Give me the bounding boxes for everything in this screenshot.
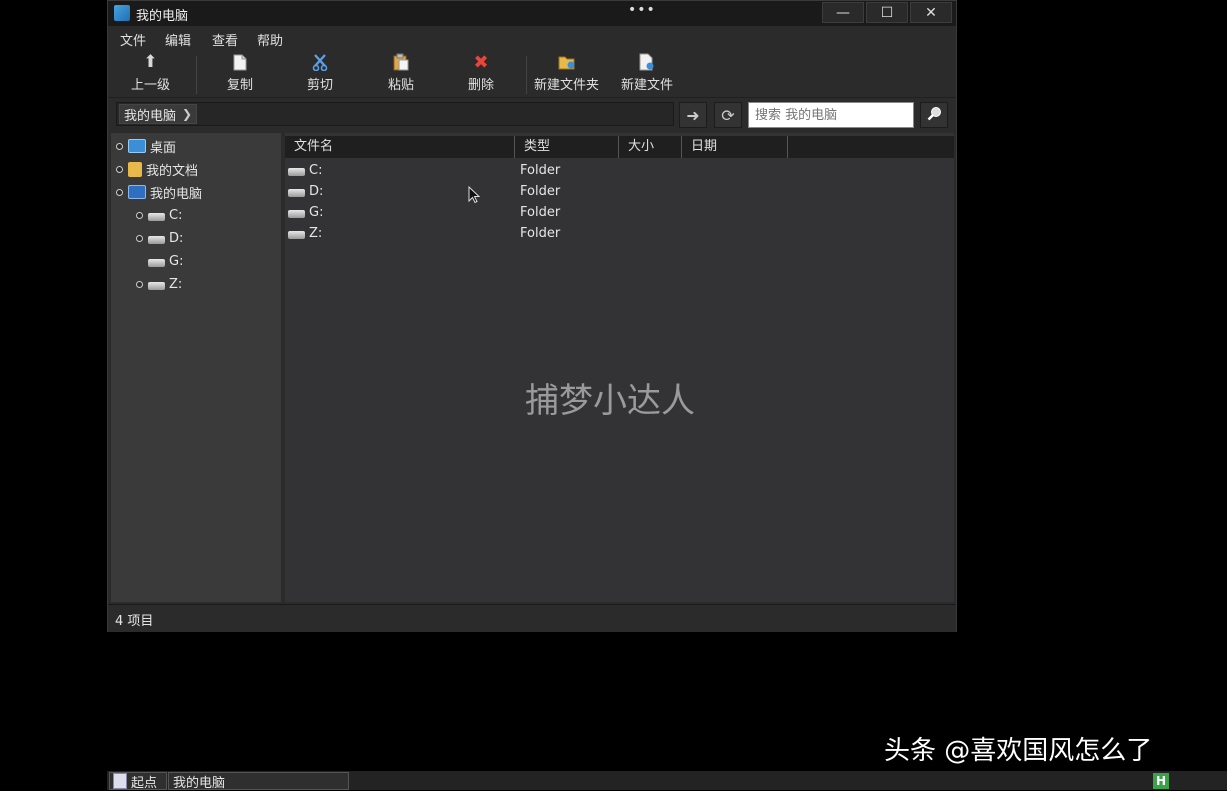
arrow-up-icon: ⬆ — [143, 52, 158, 72]
copy-button[interactable]: 复制 — [227, 53, 253, 93]
clipboard-icon — [392, 53, 410, 71]
drive-icon — [148, 212, 165, 221]
maximize-button[interactable]: ☐ — [866, 2, 908, 23]
menu-help[interactable]: 帮助 — [257, 30, 283, 49]
item-count: 4 项目 — [115, 614, 154, 629]
tray-app-icon[interactable]: H — [1153, 773, 1169, 789]
refresh-button[interactable]: ⟳ — [714, 102, 742, 128]
documents-folder-icon — [128, 161, 142, 177]
explorer-window: 我的电脑 ••• — ☐ ✕ 文件 编辑 查看 帮助 ⬆ 上一级 复制 剪切 粘… — [107, 0, 957, 632]
drive-icon — [288, 168, 305, 176]
list-item[interactable]: G: Folder — [288, 202, 560, 223]
start-icon — [113, 773, 127, 789]
column-name[interactable]: 文件名 — [285, 136, 515, 158]
search-input[interactable] — [748, 102, 914, 128]
cut-button[interactable]: 剪切 — [307, 53, 333, 93]
tree-item-drive[interactable]: C: — [136, 204, 182, 226]
column-date[interactable]: 日期 — [682, 136, 788, 158]
expand-toggle[interactable] — [116, 165, 123, 173]
search-icon — [927, 106, 942, 125]
breadcrumb-label: 我的电脑 — [124, 108, 177, 124]
computer-icon — [128, 185, 146, 199]
paste-button[interactable]: 粘贴 — [388, 53, 414, 93]
start-button[interactable]: 起点 — [109, 772, 167, 791]
computer-app-icon — [114, 5, 130, 21]
list-item[interactable]: D: Folder — [288, 181, 560, 202]
new-folder-button[interactable]: 新建文件夹 — [534, 53, 599, 93]
expand-toggle[interactable] — [136, 280, 143, 288]
window-title: 我的电脑 — [136, 9, 189, 24]
address-bar: 我的电脑 ❯ ➜ ⟳ — [108, 98, 956, 133]
menu-view[interactable]: 查看 — [212, 30, 238, 49]
address-field[interactable]: 我的电脑 ❯ — [116, 102, 674, 126]
list-item[interactable]: C: Folder — [288, 160, 560, 181]
column-header: 文件名 类型 大小 日期 — [285, 136, 954, 158]
drive-icon — [288, 189, 305, 197]
expand-toggle[interactable] — [136, 211, 143, 219]
toolbar-separator — [526, 56, 527, 94]
collapse-toggle[interactable] — [116, 188, 123, 196]
tree-item-my-documents[interactable]: 我的文档 — [116, 158, 198, 180]
new-file-icon — [638, 53, 656, 71]
watermark-text: 捕梦小达人 — [525, 381, 695, 421]
toolbar: ⬆ 上一级 复制 剪切 粘贴 ✖ 删除 新建文件夹 新建文件 — [108, 50, 956, 98]
tree-item-desktop[interactable]: 桌面 — [116, 135, 176, 157]
up-level-button[interactable]: ⬆ 上一级 — [131, 52, 170, 93]
taskbar: 起点 我的电脑 H — [107, 771, 1227, 791]
red-x-icon: ✖ — [473, 51, 489, 73]
scissors-icon — [311, 53, 329, 71]
chevron-right-icon[interactable]: ❯ — [182, 107, 192, 121]
column-size[interactable]: 大小 — [619, 136, 682, 158]
file-list: 文件名 类型 大小 日期 C: Folder D: Folder G: Fold… — [285, 133, 954, 602]
tree-item-my-computer[interactable]: 我的电脑 — [116, 181, 202, 203]
drive-icon — [288, 231, 305, 239]
folder-tree: 桌面 我的文档 我的电脑 C: D: G: Z: — [111, 133, 281, 602]
drive-icon — [148, 258, 165, 267]
new-folder-icon — [558, 53, 576, 71]
column-type[interactable]: 类型 — [515, 136, 619, 158]
list-item[interactable]: Z: Folder — [288, 223, 560, 244]
arrow-right-icon: ➜ — [686, 105, 700, 125]
taskbar-item-my-computer[interactable]: 我的电脑 — [168, 772, 349, 791]
expand-toggle[interactable] — [136, 234, 143, 242]
drive-icon — [148, 235, 165, 244]
search-button[interactable] — [920, 102, 948, 128]
new-file-button[interactable]: 新建文件 — [621, 53, 673, 93]
status-bar: 4 项目 — [108, 604, 956, 632]
drive-icon — [288, 210, 305, 218]
mouse-cursor-icon — [468, 186, 480, 204]
delete-button[interactable]: ✖ 删除 — [468, 51, 494, 94]
overlay-credit: 头条 @喜欢国风怎么了 — [884, 736, 1153, 766]
document-icon — [231, 53, 249, 71]
drive-icon — [148, 281, 165, 290]
tree-item-drive[interactable]: G: — [148, 250, 183, 272]
minimize-button[interactable]: — — [822, 2, 864, 23]
expand-toggle[interactable] — [116, 142, 123, 150]
desktop-icon — [128, 139, 146, 153]
more-options-icon[interactable]: ••• — [628, 2, 656, 18]
tree-item-drive[interactable]: Z: — [136, 273, 182, 295]
tree-item-drive[interactable]: D: — [136, 227, 183, 249]
menu-bar: 文件 编辑 查看 帮助 — [108, 26, 956, 50]
breadcrumb[interactable]: 我的电脑 ❯ — [119, 104, 198, 124]
close-button[interactable]: ✕ — [910, 2, 952, 23]
menu-edit[interactable]: 编辑 — [165, 30, 191, 49]
refresh-icon: ⟳ — [721, 105, 735, 125]
menu-file[interactable]: 文件 — [120, 30, 146, 49]
title-bar[interactable]: 我的电脑 ••• — ☐ ✕ — [108, 1, 956, 26]
go-button[interactable]: ➜ — [679, 102, 707, 128]
toolbar-separator — [196, 56, 197, 94]
